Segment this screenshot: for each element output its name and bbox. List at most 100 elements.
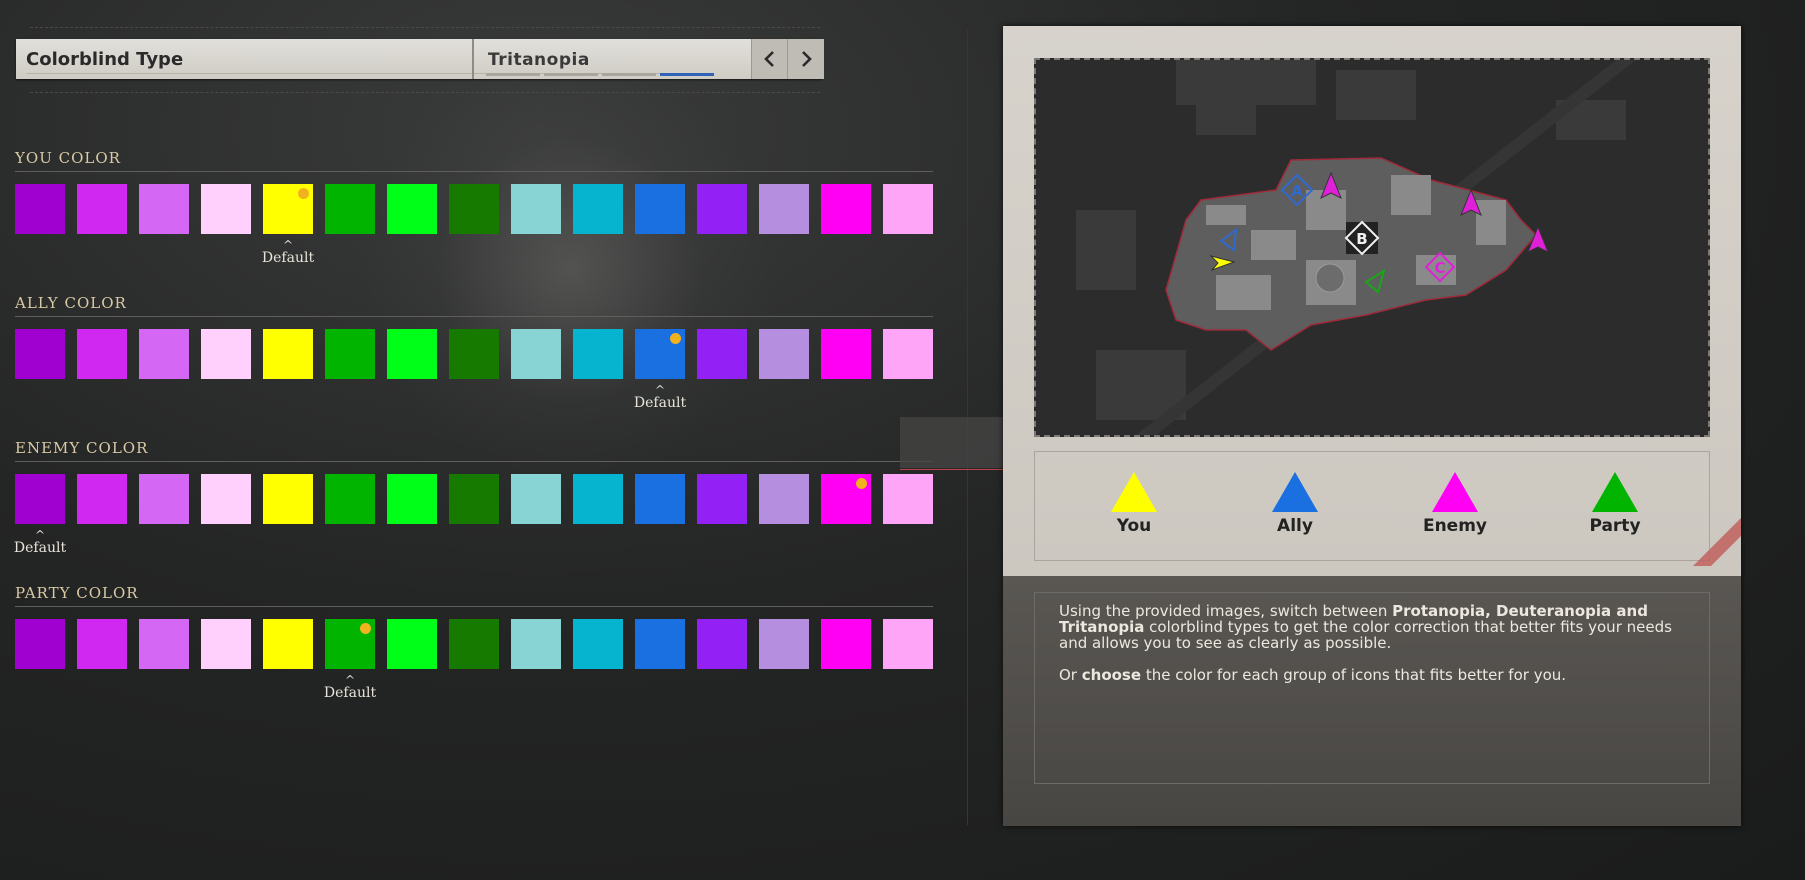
chevron-right-icon — [802, 51, 812, 67]
default-marker: ^ Default — [310, 673, 390, 701]
color-swatch[interactable] — [635, 619, 685, 669]
triangle-icon — [1272, 472, 1318, 512]
color-swatch[interactable] — [883, 619, 933, 669]
color-swatch[interactable] — [77, 184, 127, 234]
color-swatch[interactable] — [263, 619, 313, 669]
default-marker: ^ Default — [0, 528, 80, 556]
color-swatch[interactable] — [325, 474, 375, 524]
color-swatch[interactable] — [387, 474, 437, 524]
default-label: Default — [261, 250, 315, 266]
color-swatch[interactable] — [759, 184, 809, 234]
description-text: colorblind types to get the color correc… — [1059, 618, 1672, 652]
color-swatch[interactable] — [15, 184, 65, 234]
color-swatch[interactable] — [821, 619, 871, 669]
color-swatch[interactable] — [139, 329, 189, 379]
color-swatch[interactable] — [139, 184, 189, 234]
colorblind-type-selector[interactable]: Colorblind Type Tritanopia — [16, 39, 824, 79]
option-pip — [486, 73, 540, 76]
caret-up-icon: ^ — [34, 528, 46, 542]
color-swatch[interactable] — [15, 619, 65, 669]
color-swatch[interactable] — [759, 474, 809, 524]
default-marker: ^ Default — [248, 239, 328, 266]
color-swatch[interactable] — [387, 184, 437, 234]
color-swatch[interactable] — [511, 474, 561, 524]
color-swatch[interactable] — [15, 474, 65, 524]
svg-text:B: B — [1356, 230, 1367, 248]
legend-label: You — [1116, 516, 1152, 536]
color-swatch[interactable] — [511, 619, 561, 669]
option-pip — [660, 73, 714, 76]
map-image: A B C — [1036, 60, 1708, 435]
color-swatch[interactable] — [573, 619, 623, 669]
color-swatch[interactable] — [449, 184, 499, 234]
color-swatch[interactable] — [511, 184, 561, 234]
color-swatch[interactable] — [201, 184, 251, 234]
next-option-button[interactable] — [787, 39, 824, 79]
color-swatch[interactable] — [821, 184, 871, 234]
color-swatch[interactable] — [201, 619, 251, 669]
color-swatch[interactable] — [449, 329, 499, 379]
color-swatch[interactable] — [325, 329, 375, 379]
color-swatch[interactable] — [15, 329, 65, 379]
section-divider — [15, 316, 933, 317]
caret-up-icon: ^ — [344, 673, 356, 687]
legend-you: You — [1074, 472, 1194, 536]
color-swatch[interactable] — [573, 184, 623, 234]
option-pip — [602, 73, 656, 76]
color-swatch[interactable] — [263, 329, 313, 379]
section-divider — [15, 171, 933, 172]
color-swatch[interactable] — [139, 474, 189, 524]
triangle-icon — [1592, 472, 1638, 512]
colorblind-type-label: Colorblind Type — [26, 49, 184, 70]
color-swatch[interactable] — [387, 329, 437, 379]
color-swatch[interactable] — [883, 474, 933, 524]
color-swatch[interactable] — [387, 619, 437, 669]
color-swatch[interactable] — [449, 619, 499, 669]
color-swatch[interactable] — [511, 329, 561, 379]
section-title: YOU COLOR — [15, 149, 121, 167]
colorblind-type-value: Tritanopia — [488, 50, 590, 70]
color-swatch[interactable] — [821, 329, 871, 379]
you-color-section: YOU COLOR ^ Default — [15, 149, 935, 266]
color-swatch[interactable] — [635, 474, 685, 524]
color-swatch[interactable] — [325, 619, 375, 669]
svg-text:A: A — [1291, 182, 1303, 200]
legend-label: Enemy — [1422, 516, 1488, 536]
color-swatch[interactable] — [883, 329, 933, 379]
color-swatch[interactable] — [821, 474, 871, 524]
color-swatch[interactable] — [77, 619, 127, 669]
color-swatch[interactable] — [759, 619, 809, 669]
colorblind-type-value-box[interactable]: Tritanopia — [472, 39, 824, 79]
color-swatch[interactable] — [759, 329, 809, 379]
swatch-row: ^ Default — [14, 474, 935, 556]
color-swatch[interactable] — [697, 474, 747, 524]
section-title: PARTY COLOR — [15, 584, 139, 602]
color-swatch[interactable] — [697, 184, 747, 234]
selected-indicator — [298, 188, 309, 199]
previous-option-button[interactable] — [751, 39, 788, 79]
color-swatch[interactable] — [573, 474, 623, 524]
color-swatch[interactable] — [77, 474, 127, 524]
color-swatch[interactable] — [201, 474, 251, 524]
default-marker: ^ Default — [620, 383, 700, 411]
color-swatch[interactable] — [139, 619, 189, 669]
triangle-icon — [1432, 472, 1478, 512]
color-swatch[interactable] — [201, 329, 251, 379]
color-swatch[interactable] — [263, 474, 313, 524]
color-swatch[interactable] — [263, 184, 313, 234]
color-swatch[interactable] — [883, 184, 933, 234]
color-swatch[interactable] — [697, 619, 747, 669]
decorative-stripe — [1651, 506, 1741, 566]
color-swatch[interactable] — [449, 474, 499, 524]
color-swatch[interactable] — [77, 329, 127, 379]
color-swatch[interactable] — [573, 329, 623, 379]
section-divider — [15, 606, 933, 607]
color-swatch[interactable] — [697, 329, 747, 379]
description-paragraph-2: Or choose the color for each group of ic… — [1035, 667, 1709, 683]
color-swatch[interactable] — [635, 184, 685, 234]
caret-up-icon: ^ — [654, 383, 666, 397]
description-paragraph-1: Using the provided images, switch betwee… — [1035, 603, 1709, 651]
color-swatch[interactable] — [635, 329, 685, 379]
legend-enemy: Enemy — [1395, 472, 1515, 536]
color-swatch[interactable] — [325, 184, 375, 234]
